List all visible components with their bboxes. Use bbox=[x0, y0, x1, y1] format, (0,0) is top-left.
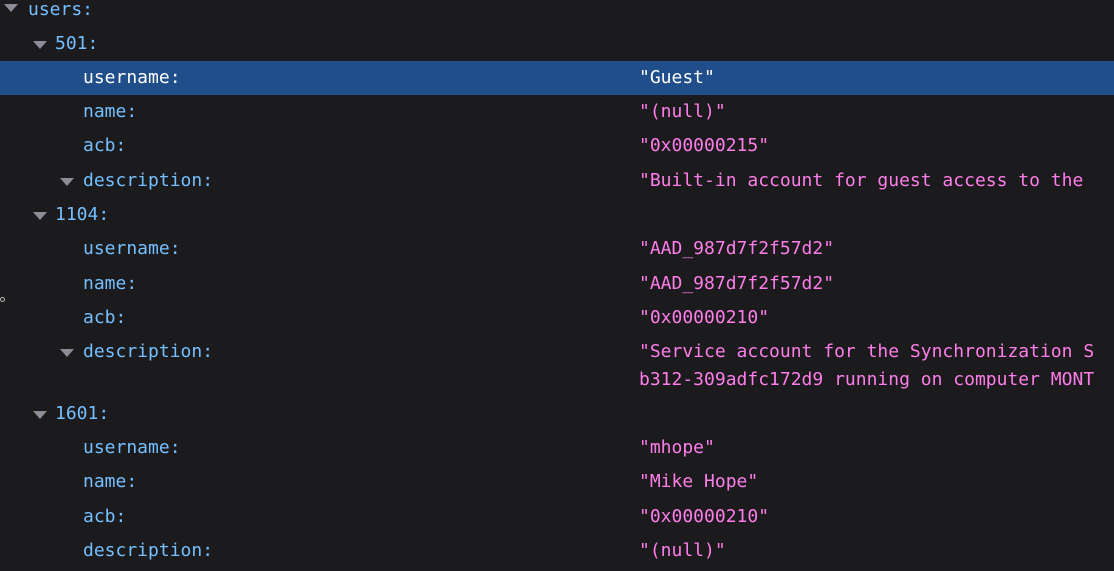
tree-node-user-1601[interactable]: 1601: bbox=[0, 397, 1114, 431]
expand-toggle-icon[interactable] bbox=[33, 411, 47, 419]
field-key: username: bbox=[83, 238, 181, 259]
expand-toggle-icon[interactable] bbox=[4, 4, 18, 12]
tree-row-acb[interactable]: acb: "0x00000210" bbox=[0, 301, 1114, 335]
field-value: "0x00000210" bbox=[639, 307, 770, 328]
field-key: name: bbox=[83, 471, 138, 492]
field-value: "Built-in account for guest access to th… bbox=[639, 170, 1084, 191]
tree-row-name[interactable]: name: "(null)" bbox=[0, 95, 1114, 129]
field-key: acb: bbox=[83, 307, 127, 328]
tree-row-username[interactable]: username: "AAD_987d7f2f57d2" bbox=[0, 232, 1114, 266]
tree-row-name[interactable]: name: "AAD_987d7f2f57d2" bbox=[0, 267, 1114, 301]
tree-node-user-1104[interactable]: 1104: bbox=[0, 198, 1114, 232]
field-value: "Mike Hope" bbox=[639, 471, 759, 492]
expand-toggle-icon[interactable] bbox=[33, 41, 47, 49]
field-key: name: bbox=[83, 273, 138, 294]
field-key: acb: bbox=[83, 506, 127, 527]
field-value-continuation: b312-309adfc172d9 running on computer MO… bbox=[639, 369, 1095, 390]
field-key: name: bbox=[83, 101, 138, 122]
mouse-cursor-icon bbox=[0, 297, 5, 302]
tree-row-description[interactable]: description: "Built-in account for guest… bbox=[0, 164, 1114, 198]
field-key: username: bbox=[83, 67, 181, 88]
node-key: users: bbox=[28, 0, 94, 20]
field-value: "0x00000210" bbox=[639, 506, 770, 527]
field-key: username: bbox=[83, 437, 181, 458]
tree-row-description[interactable]: description: "(null)" bbox=[0, 534, 1114, 568]
field-value: "(null)" bbox=[639, 101, 726, 122]
json-viewer: users: 501: username: "Guest" name: "(nu… bbox=[0, 0, 1114, 571]
field-value: "mhope" bbox=[639, 437, 715, 458]
expand-toggle-icon[interactable] bbox=[60, 178, 74, 186]
node-key: 501: bbox=[55, 33, 99, 54]
field-key: description: bbox=[83, 170, 214, 191]
tree-node-users[interactable]: users: bbox=[0, 0, 1114, 27]
tree-row-acb[interactable]: acb: "0x00000215" bbox=[0, 129, 1114, 163]
tree-row-acb[interactable]: acb: "0x00000210" bbox=[0, 500, 1114, 534]
tree-row-description[interactable]: description: "Service account for the Sy… bbox=[0, 335, 1114, 397]
field-key: acb: bbox=[83, 135, 127, 156]
field-value: "AAD_987d7f2f57d2" bbox=[639, 238, 835, 259]
field-value: "AAD_987d7f2f57d2" bbox=[639, 273, 835, 294]
field-key: description: bbox=[83, 341, 214, 362]
field-value: "Service account for the Synchronization… bbox=[639, 341, 1095, 362]
expand-toggle-icon[interactable] bbox=[33, 212, 47, 220]
field-value: "Guest" bbox=[639, 67, 715, 88]
field-value: "(null)" bbox=[639, 540, 726, 561]
tree-row-name[interactable]: name: "Mike Hope" bbox=[0, 465, 1114, 499]
tree-row-username[interactable]: username: "mhope" bbox=[0, 431, 1114, 465]
node-key: 1601: bbox=[55, 403, 110, 424]
expand-toggle-icon[interactable] bbox=[60, 349, 74, 357]
field-value: "0x00000215" bbox=[639, 135, 770, 156]
tree-row-username[interactable]: username: "Guest" bbox=[0, 61, 1114, 95]
field-key: description: bbox=[83, 540, 214, 561]
tree-node-user-501[interactable]: 501: bbox=[0, 27, 1114, 61]
node-key: 1104: bbox=[55, 204, 110, 225]
